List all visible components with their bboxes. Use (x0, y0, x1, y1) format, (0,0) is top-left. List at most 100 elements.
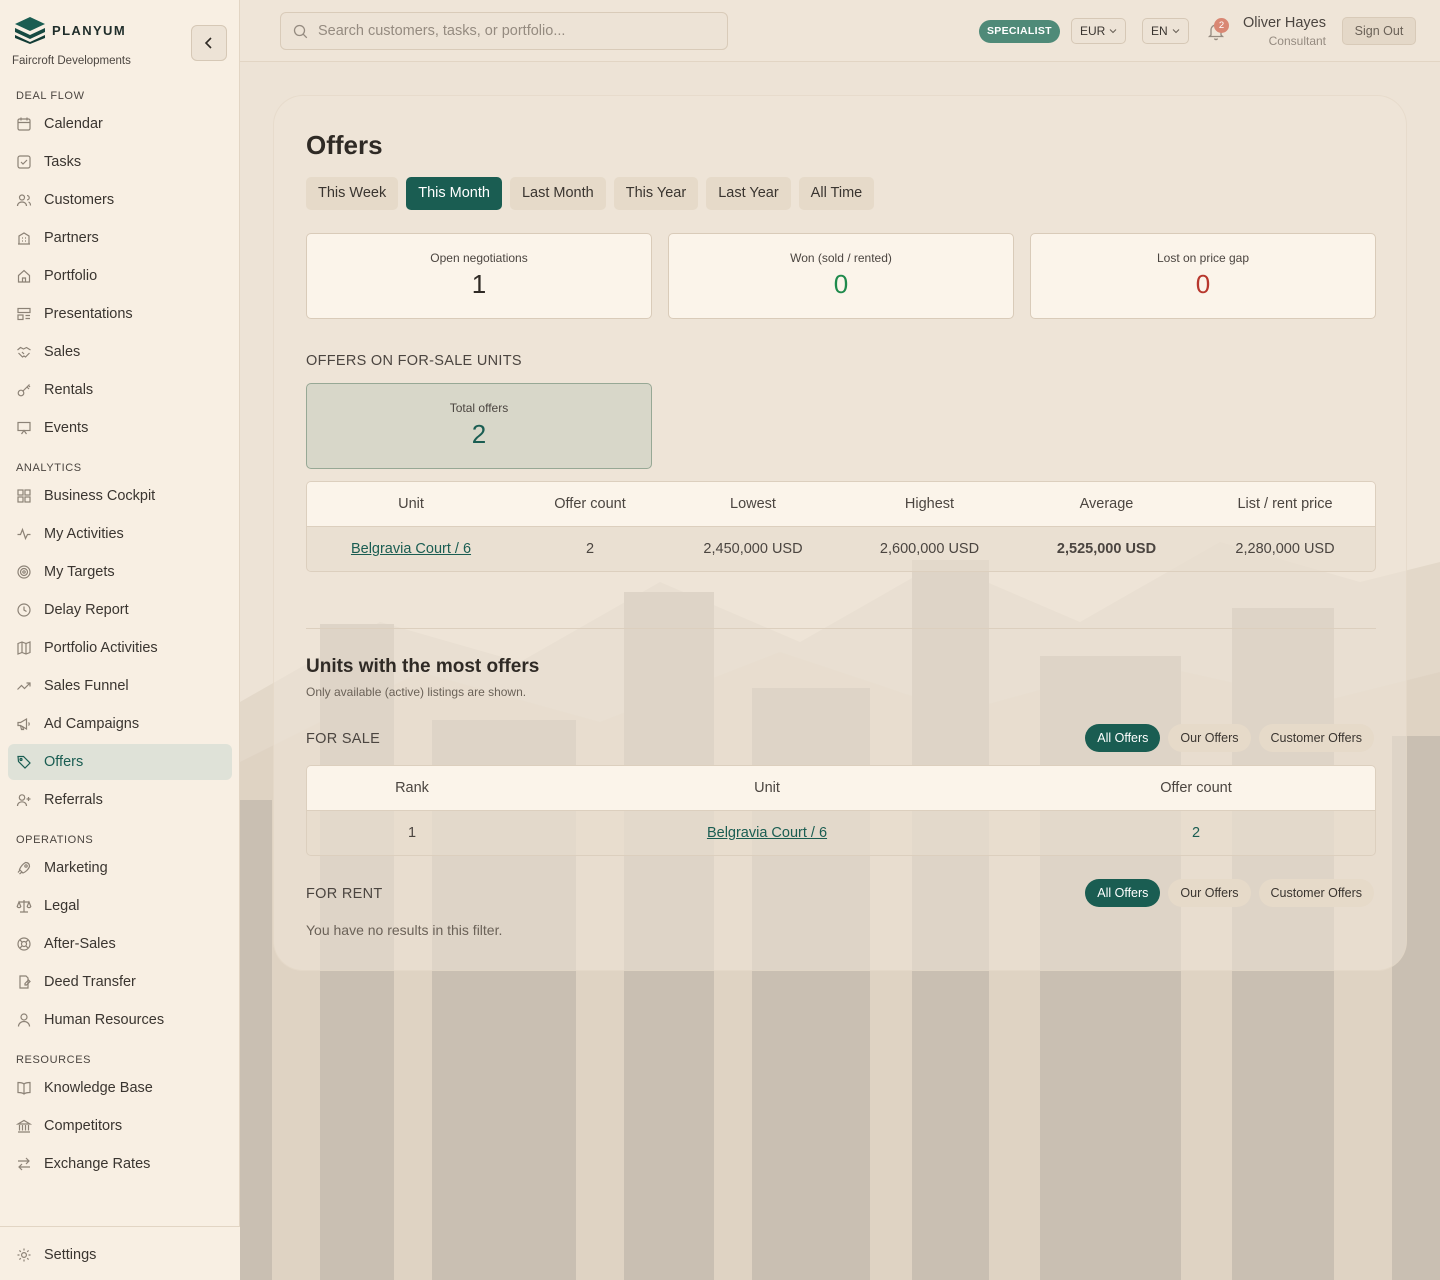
tab-last-year[interactable]: Last Year (706, 177, 791, 210)
total-offers-box: Total offers 2 (306, 383, 652, 469)
currency-select[interactable]: EUR (1071, 18, 1127, 44)
sidebar-item-human-resources[interactable]: Human Resources (8, 1002, 232, 1038)
lifebuoy-icon (16, 936, 32, 952)
search-box[interactable] (280, 12, 728, 50)
unit-link[interactable]: Belgravia Court / 6 (707, 825, 827, 841)
search-input[interactable] (318, 23, 698, 39)
language-value: EN (1151, 24, 1168, 38)
filter-all-offers[interactable]: All Offers (1085, 724, 1161, 752)
collapse-sidebar-button[interactable] (191, 25, 227, 61)
column-header[interactable]: Average (1018, 496, 1195, 512)
filter-our-offers[interactable]: Our Offers (1168, 879, 1251, 907)
tab-this-week[interactable]: This Week (306, 177, 399, 210)
map-icon (16, 640, 32, 656)
sidebar-item-offers[interactable]: Offers (8, 744, 232, 780)
sidebar-item-label: Legal (44, 898, 80, 914)
sidebar-item-portfolio[interactable]: Portfolio (8, 258, 232, 294)
user-name[interactable]: Oliver Hayes (1243, 15, 1326, 31)
sidebar-item-label: Events (44, 420, 89, 436)
sidebar-item-ad-campaigns[interactable]: Ad Campaigns (8, 706, 232, 742)
sidebar-item-referrals[interactable]: Referrals (8, 782, 232, 818)
sidebar-item-rentals[interactable]: Rentals (8, 372, 232, 408)
sidebar-item-label: Competitors (44, 1118, 123, 1134)
sidebar-item-business-cockpit[interactable]: Business Cockpit (8, 478, 232, 514)
column-header[interactable]: Highest (841, 496, 1018, 512)
sidebar-item-deed-transfer[interactable]: Deed Transfer (8, 964, 232, 1000)
stat-value: 0 (1195, 269, 1211, 299)
sign-out-button[interactable]: Sign Out (1342, 17, 1416, 45)
sidebar-item-after-sales[interactable]: After-Sales (8, 926, 232, 962)
sidebar-item-label: Portfolio (44, 268, 98, 284)
tab-this-year[interactable]: This Year (613, 177, 699, 210)
sidebar-item-exchange-rates[interactable]: Exchange Rates (8, 1146, 232, 1182)
sidebar-item-label: Delay Report (44, 602, 129, 618)
sidebar-item-label: Settings (44, 1247, 97, 1263)
for-sale-offers-caption: OFFERS ON FOR-SALE UNITS (306, 353, 522, 369)
tab-this-month[interactable]: This Month (406, 177, 502, 210)
sidebar-item-delay-report[interactable]: Delay Report (8, 592, 232, 628)
for-rent-filter: All Offers Our Offers Customer Offers (1085, 879, 1374, 907)
column-header[interactable]: Offer count (515, 496, 665, 512)
table-row: Belgravia Court / 6 2 2,450,000 USD 2,60… (307, 527, 1375, 571)
sidebar-item-marketing[interactable]: Marketing (8, 850, 232, 886)
column-header[interactable]: Offer count (1017, 780, 1375, 796)
calendar-icon (16, 116, 32, 132)
task-icon (16, 154, 32, 170)
tab-all-time[interactable]: All Time (798, 177, 875, 210)
column-header[interactable]: Unit (307, 496, 515, 512)
filter-customer-offers[interactable]: Customer Offers (1258, 724, 1374, 752)
sidebar-item-partners[interactable]: Partners (8, 220, 232, 256)
sidebar-item-label: Presentations (44, 306, 133, 322)
sidebar-item-legal[interactable]: Legal (8, 888, 232, 924)
sidebar-item-label: Deed Transfer (44, 974, 136, 990)
sidebar-item-tasks[interactable]: Tasks (8, 144, 232, 180)
currency-value: EUR (1080, 24, 1106, 38)
brand[interactable]: PLANYUM (14, 16, 126, 44)
section-divider (306, 628, 1376, 629)
sidebar-item-my-targets[interactable]: My Targets (8, 554, 232, 590)
sidebar-item-label: Sales (44, 344, 81, 360)
filter-our-offers[interactable]: Our Offers (1168, 724, 1251, 752)
sidebar-item-customers[interactable]: Customers (8, 182, 232, 218)
nav-section: OPERATIONS Marketing Legal After-Sales D… (0, 830, 240, 1038)
tab-last-month[interactable]: Last Month (509, 177, 606, 210)
nav-section-title: ANALYTICS (16, 462, 82, 474)
unit-link[interactable]: Belgravia Court / 6 (351, 541, 471, 557)
chevron-down-icon (1109, 29, 1117, 34)
sidebar-item-label: Ad Campaigns (44, 716, 140, 732)
sidebar-item-presentations[interactable]: Presentations (8, 296, 232, 332)
sidebar-item-competitors[interactable]: Competitors (8, 1108, 232, 1144)
sidebar-nav: DEAL FLOW Calendar Tasks Customers Partn… (0, 86, 240, 1226)
nav-section: ANALYTICS Business Cockpit My Activities… (0, 458, 240, 818)
sidebar-item-events[interactable]: Events (8, 410, 232, 446)
sidebar-item-label: Exchange Rates (44, 1156, 151, 1172)
sidebar-item-settings[interactable]: Settings (8, 1237, 232, 1273)
filter-all-offers[interactable]: All Offers (1085, 879, 1161, 907)
sidebar-item-my-activities[interactable]: My Activities (8, 516, 232, 552)
users-icon (16, 192, 32, 208)
filter-customer-offers[interactable]: Customer Offers (1258, 879, 1374, 907)
brand-name: PLANYUM (52, 22, 127, 38)
chevron-down-icon (1172, 29, 1180, 34)
sidebar-item-knowledge-base[interactable]: Knowledge Base (8, 1070, 232, 1106)
language-select[interactable]: EN (1142, 18, 1189, 44)
table-header: Unit Offer count Lowest Highest Average … (307, 482, 1375, 527)
sidebar-item-portfolio-activities[interactable]: Portfolio Activities (8, 630, 232, 666)
empty-state-text: You have no results in this filter. (306, 922, 503, 938)
sidebar-item-label: After-Sales (44, 936, 116, 952)
cell-list-price: 2,280,000 USD (1235, 541, 1335, 557)
column-header[interactable]: List / rent price (1195, 496, 1375, 512)
column-header[interactable]: Rank (307, 780, 517, 796)
cell-offer-count: 2 (1191, 825, 1201, 841)
activity-icon (16, 526, 32, 542)
stat-label: Won (sold / rented) (790, 251, 892, 265)
sidebar: PLANYUM Faircroft Developments DEAL FLOW… (0, 0, 240, 1280)
column-header[interactable]: Unit (517, 780, 1017, 796)
home-icon (16, 268, 32, 284)
column-header[interactable]: Lowest (665, 496, 841, 512)
for-rent-caption: FOR RENT (306, 886, 383, 902)
sidebar-item-calendar[interactable]: Calendar (8, 106, 232, 142)
sidebar-item-sales[interactable]: Sales (8, 334, 232, 370)
for-sale-filter: All Offers Our Offers Customer Offers (1085, 724, 1374, 752)
sidebar-item-sales-funnel[interactable]: Sales Funnel (8, 668, 232, 704)
